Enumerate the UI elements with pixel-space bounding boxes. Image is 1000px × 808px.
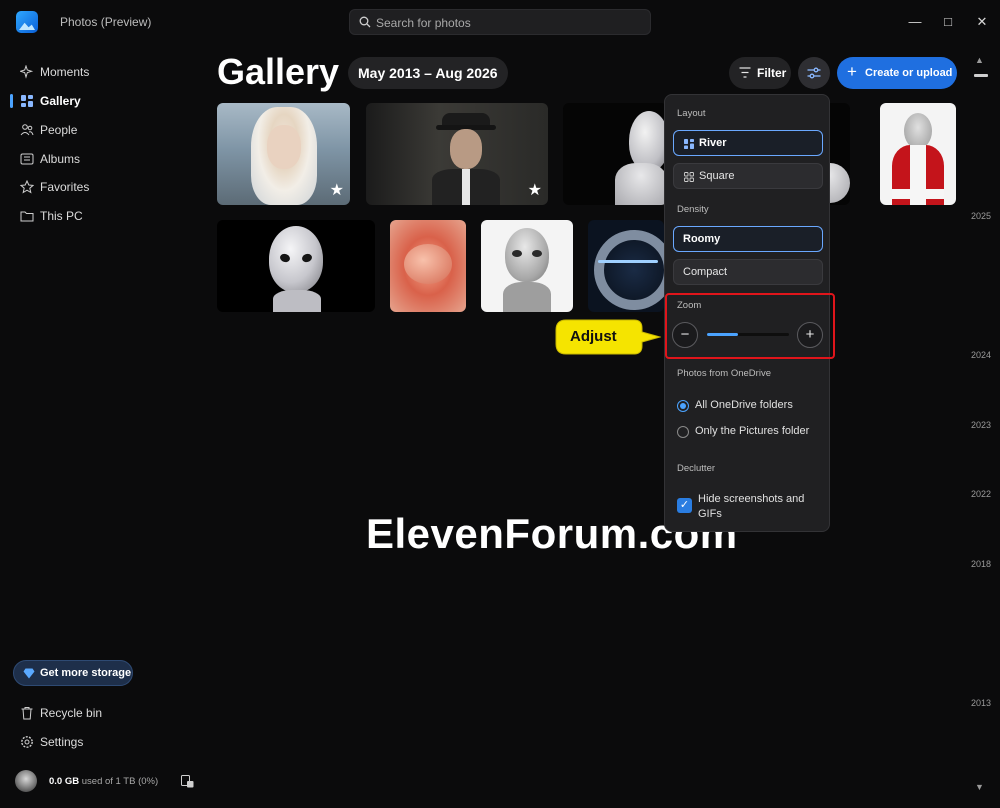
- storage-button-label: Get more storage: [40, 667, 132, 679]
- onedrive-section-label: Photos from OneDrive: [677, 368, 771, 379]
- maximize-button[interactable]: □: [936, 10, 960, 34]
- photo-thumbnail[interactable]: [880, 103, 956, 205]
- timeline-year[interactable]: 2013: [971, 698, 991, 708]
- storage-usage: 0.0 GB used of 1 TB (0%): [49, 776, 158, 787]
- timeline-year[interactable]: 2022: [971, 489, 991, 499]
- close-button[interactable]: ✕: [970, 10, 994, 34]
- sidebar-item-label: Gallery: [40, 94, 81, 108]
- search-box[interactable]: Search for photos: [349, 9, 651, 35]
- sidebar-item-people[interactable]: People: [10, 117, 190, 143]
- option-label: River: [699, 137, 727, 149]
- density-option-compact[interactable]: Compact: [673, 259, 823, 285]
- plus-icon: +: [847, 62, 857, 81]
- gallery-icon: [21, 95, 33, 107]
- onedrive-pc-icon[interactable]: [181, 775, 194, 788]
- minimize-button[interactable]: —: [903, 10, 927, 34]
- river-layout-icon: [684, 139, 694, 149]
- sidebar-item-recycle-bin[interactable]: Recycle bin: [10, 700, 190, 726]
- square-layout-icon: [684, 172, 694, 182]
- get-more-storage-button[interactable]: Get more storage: [13, 660, 133, 686]
- sparkle-icon: [20, 65, 34, 79]
- declutter-section-label: Declutter: [677, 463, 716, 474]
- callout-label: Adjust: [570, 328, 617, 345]
- star-icon: [20, 180, 34, 194]
- page-title: Gallery: [217, 51, 340, 92]
- photo-thumbnail[interactable]: [588, 220, 664, 312]
- trash-icon: [21, 707, 33, 720]
- sidebar-item-label: Albums: [40, 152, 81, 166]
- option-label: Compact: [683, 266, 728, 278]
- favorite-star-icon[interactable]: ★: [528, 183, 542, 199]
- sidebar-item-label: Moments: [40, 65, 90, 79]
- sidebar-item-moments[interactable]: Moments: [10, 59, 190, 85]
- layout-option-square[interactable]: Square: [673, 163, 823, 189]
- zoom-out-button[interactable]: −: [672, 322, 698, 348]
- hide-screenshots-checkbox[interactable]: ✓: [677, 498, 692, 513]
- timeline-year[interactable]: 2023: [971, 420, 991, 430]
- density-option-roomy[interactable]: Roomy: [673, 226, 823, 252]
- storage-used: 0.0 GB: [49, 776, 80, 787]
- sidebar-item-favorites[interactable]: Favorites: [10, 174, 190, 200]
- create-label: Create or upload: [865, 67, 953, 79]
- photos-app-icon: [16, 11, 38, 33]
- storage-quota: used of 1 TB (0%): [81, 776, 159, 787]
- layout-option-river[interactable]: River: [673, 130, 823, 156]
- sidebar-item-albums[interactable]: Albums: [10, 146, 190, 172]
- layout-section-label: Layout: [677, 108, 706, 119]
- option-label: Square: [699, 170, 735, 182]
- diamond-icon: [23, 668, 35, 679]
- sliders-icon: [807, 67, 821, 79]
- photo-thumbnail[interactable]: [217, 220, 375, 312]
- radio-only-pictures-folder[interactable]: [677, 426, 689, 438]
- sidebar-item-gallery[interactable]: Gallery: [10, 88, 190, 114]
- adjust-callout: Adjust: [554, 319, 661, 355]
- search-input[interactable]: Search for photos: [376, 16, 471, 30]
- timeline-year[interactable]: 2025: [971, 211, 991, 221]
- sidebar-item-label: People: [40, 123, 78, 137]
- radio-label[interactable]: All OneDrive folders: [695, 399, 793, 411]
- option-label: Roomy: [683, 233, 721, 245]
- sidebar-item-label: Recycle bin: [40, 706, 103, 720]
- radio-all-onedrive-folders[interactable]: [677, 400, 689, 412]
- scroll-up-arrow[interactable]: ▲: [975, 55, 984, 65]
- checkbox-label[interactable]: Hide screenshots and GIFs: [698, 492, 818, 522]
- photo-thumbnail[interactable]: [481, 220, 573, 312]
- gear-icon: [21, 736, 33, 748]
- favorite-star-icon[interactable]: ★: [330, 183, 344, 199]
- sidebar-item-label: This PC: [40, 209, 83, 223]
- app-title: Photos (Preview): [60, 15, 152, 29]
- title-bar: Photos (Preview) Search for photos — □ ✕: [0, 0, 1000, 44]
- folder-icon: [20, 211, 34, 222]
- sidebar-item-label: Settings: [40, 735, 84, 749]
- date-range-badge[interactable]: May 2013 – Aug 2026: [348, 57, 508, 89]
- people-icon: [20, 124, 34, 136]
- timeline-thumb[interactable]: [974, 74, 988, 77]
- timeline-year[interactable]: 2018: [971, 559, 991, 569]
- density-section-label: Density: [677, 204, 709, 215]
- photo-thumbnail[interactable]: ★: [366, 103, 548, 205]
- sidebar-item-this-pc[interactable]: This PC: [10, 203, 190, 229]
- sidebar-item-label: Favorites: [40, 180, 90, 194]
- zoom-in-button[interactable]: +: [797, 322, 823, 348]
- view-options-button[interactable]: [798, 57, 830, 89]
- album-icon: [20, 153, 34, 165]
- filter-icon: [739, 67, 751, 78]
- photo-thumbnail[interactable]: [563, 103, 667, 205]
- radio-label[interactable]: Only the Pictures folder: [695, 425, 809, 437]
- filter-label: Filter: [757, 66, 787, 80]
- view-options-popup: Layout River Square Density Roomy Compac…: [664, 94, 835, 532]
- avatar[interactable]: [15, 770, 37, 792]
- zoom-slider-fill: [707, 333, 739, 336]
- sidebar-item-settings[interactable]: Settings: [10, 729, 190, 755]
- timeline-year[interactable]: 2024: [971, 350, 991, 360]
- search-icon: [359, 16, 371, 28]
- create-or-upload-button[interactable]: + Create or upload: [837, 57, 957, 89]
- zoom-section-label: Zoom: [677, 300, 702, 311]
- scroll-down-arrow[interactable]: ▼: [975, 782, 984, 792]
- filter-button[interactable]: Filter: [729, 57, 791, 89]
- photo-thumbnail[interactable]: [390, 220, 466, 312]
- photo-thumbnail[interactable]: ★: [217, 103, 350, 205]
- zoom-slider[interactable]: [707, 333, 789, 336]
